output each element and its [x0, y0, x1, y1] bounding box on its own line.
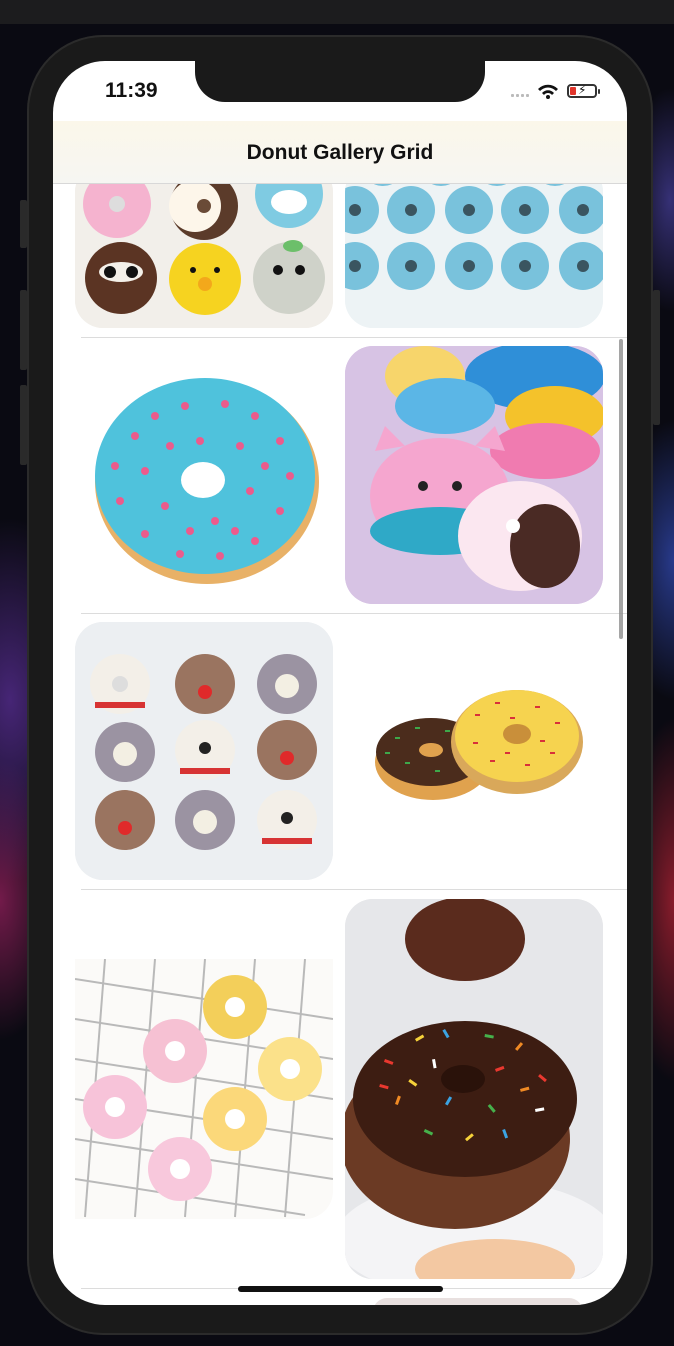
donut-gallery-grid[interactable] [53, 184, 627, 1305]
blue-frosted-donut-image [75, 346, 333, 604]
page-title: Donut Gallery Grid [246, 141, 434, 164]
gallery-image-christmas-donuts[interactable] [75, 622, 333, 880]
signal-icon [511, 85, 529, 97]
status-icons: ⚡ [511, 83, 600, 99]
home-indicator[interactable] [238, 1286, 443, 1292]
gallery-image-rack-donuts[interactable] [75, 959, 333, 1219]
gallery-image-sprinkle-donuts[interactable] [345, 622, 603, 880]
animal-donuts-image [75, 184, 333, 328]
power-button [653, 290, 660, 425]
row-separator [81, 889, 627, 890]
status-bar: 11:39 ⚡ [53, 61, 627, 121]
gallery-image-blue-donuts[interactable] [345, 184, 603, 328]
status-time: 11:39 [105, 79, 158, 102]
vertical-scrollbar[interactable] [619, 339, 623, 639]
chocolate-donut-image [345, 899, 603, 1279]
gallery-image-squishy-toys[interactable] [345, 346, 603, 604]
squishy-toys-image [345, 346, 603, 604]
christmas-donuts-image [75, 622, 333, 880]
battery-charging-icon: ⚡ [567, 83, 600, 98]
simulator-top-bar [0, 0, 674, 24]
gallery-image-chocolate-donut[interactable] [345, 899, 603, 1279]
row-separator [81, 337, 627, 338]
gallery-image-blue-frosted-donut[interactable] [75, 346, 333, 604]
mute-switch [20, 200, 27, 248]
sprinkle-donuts-image [345, 622, 603, 880]
blue-donuts-image [345, 184, 603, 328]
gallery-image-partial[interactable] [373, 1298, 583, 1305]
device-notch [195, 61, 485, 102]
rack-donuts-image [75, 959, 333, 1219]
wifi-icon [538, 84, 558, 99]
navigation-bar: Donut Gallery Grid [53, 121, 627, 184]
row-separator [81, 613, 627, 614]
volume-down-button [20, 385, 27, 465]
gallery-image-animal-donuts[interactable] [75, 184, 333, 328]
volume-up-button [20, 290, 27, 370]
app-screen: 11:39 ⚡ Donut Gallery Grid [53, 61, 627, 1305]
